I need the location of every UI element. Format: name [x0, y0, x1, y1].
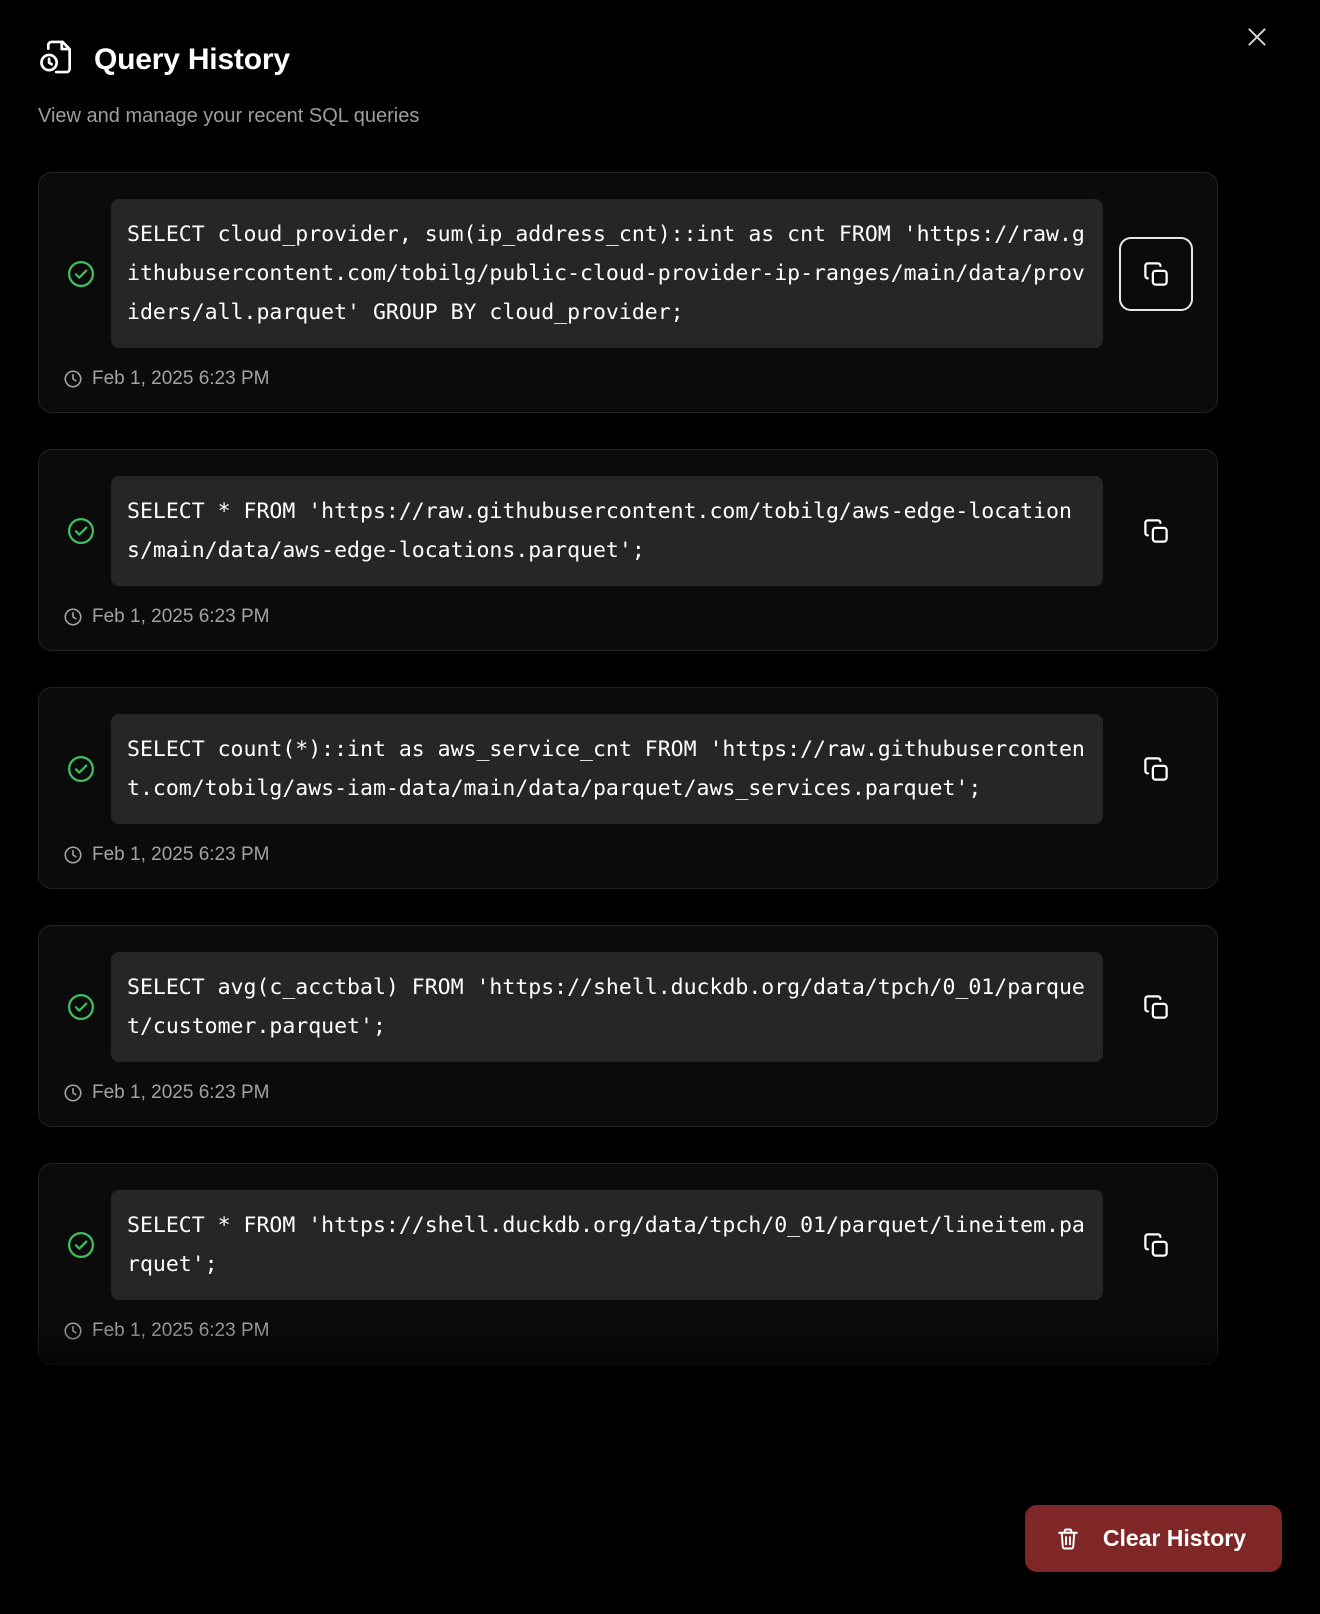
query-history-item[interactable]: SELECT * FROM 'https://raw.githubusercon… [38, 449, 1218, 651]
sql-code-block: SELECT * FROM 'https://raw.githubusercon… [111, 476, 1103, 586]
copy-icon[interactable] [1119, 236, 1193, 311]
timestamp-text: Feb 1, 2025 6:23 PM [92, 1082, 270, 1103]
timestamp-row: Feb 1, 2025 6:23 PM [63, 844, 1193, 866]
copy-icon[interactable] [1119, 494, 1193, 568]
sql-text: SELECT cloud_provider, sum(ip_address_cn… [127, 222, 1085, 325]
clear-history-label: Clear History [1102, 1525, 1246, 1551]
success-check-icon [63, 754, 99, 784]
query-row: SELECT avg(c_acctbal) FROM 'https://shel… [63, 952, 1193, 1062]
dialog-footer: Clear History [38, 1505, 1282, 1572]
sql-code-block: SELECT cloud_provider, sum(ip_address_cn… [111, 199, 1103, 348]
timestamp-text: Feb 1, 2025 6:23 PM [92, 368, 270, 389]
copy-icon[interactable] [1119, 732, 1193, 806]
file-clock-icon [38, 38, 76, 81]
clock-icon [63, 1083, 83, 1103]
timestamp-row: Feb 1, 2025 6:23 PM [63, 606, 1193, 628]
page-subtitle: View and manage your recent SQL queries [38, 105, 420, 127]
query-history-item[interactable]: SELECT * FROM 'https://shell.duckdb.org/… [38, 1163, 1218, 1365]
sql-text: SELECT * FROM 'https://shell.duckdb.org/… [127, 1213, 1085, 1277]
clock-icon [63, 369, 83, 389]
query-row: SELECT * FROM 'https://raw.githubusercon… [63, 476, 1193, 586]
copy-icon[interactable] [1119, 970, 1193, 1044]
query-history-list[interactable]: SELECT cloud_provider, sum(ip_address_cn… [38, 172, 1218, 1442]
query-row: SELECT cloud_provider, sum(ip_address_cn… [63, 199, 1193, 348]
sql-text: SELECT avg(c_acctbal) FROM 'https://shel… [127, 975, 1085, 1039]
success-check-icon [63, 1230, 99, 1260]
query-history-item[interactable]: SELECT count(*)::int as aws_service_cnt … [38, 687, 1218, 889]
timestamp-text: Feb 1, 2025 6:23 PM [92, 1320, 270, 1341]
clock-icon [63, 845, 83, 865]
query-row: SELECT * FROM 'https://shell.duckdb.org/… [63, 1190, 1193, 1300]
timestamp-row: Feb 1, 2025 6:23 PM [63, 1320, 1193, 1342]
sql-code-block: SELECT count(*)::int as aws_service_cnt … [111, 714, 1103, 824]
timestamp-row: Feb 1, 2025 6:23 PM [63, 1082, 1193, 1104]
copy-icon[interactable] [1119, 1208, 1193, 1282]
sql-text: SELECT count(*)::int as aws_service_cnt … [127, 737, 1085, 801]
page-title: Query History [94, 43, 290, 76]
clear-history-button[interactable]: Clear History [1024, 1505, 1282, 1572]
timestamp-text: Feb 1, 2025 6:23 PM [92, 844, 270, 865]
title-row: Query History [38, 38, 1282, 81]
sql-code-block: SELECT avg(c_acctbal) FROM 'https://shel… [111, 952, 1103, 1062]
sql-text: SELECT * FROM 'https://raw.githubusercon… [127, 499, 1072, 563]
clock-icon [63, 1321, 83, 1341]
sql-code-block: SELECT * FROM 'https://shell.duckdb.org/… [111, 1190, 1103, 1300]
timestamp-row: Feb 1, 2025 6:23 PM [63, 368, 1193, 390]
trash-icon [1055, 1526, 1081, 1552]
timestamp-text: Feb 1, 2025 6:23 PM [92, 606, 270, 627]
success-check-icon [63, 259, 99, 289]
success-check-icon [63, 516, 99, 546]
query-history-dialog: Query History View and manage your recen… [0, 0, 1320, 1614]
query-history-item[interactable]: SELECT cloud_provider, sum(ip_address_cn… [38, 172, 1218, 413]
clock-icon [63, 607, 83, 627]
success-check-icon [63, 992, 99, 1022]
query-history-item[interactable]: SELECT avg(c_acctbal) FROM 'https://shel… [38, 925, 1218, 1127]
dialog-header: Query History View and manage your recen… [38, 38, 1282, 128]
query-row: SELECT count(*)::int as aws_service_cnt … [63, 714, 1193, 824]
